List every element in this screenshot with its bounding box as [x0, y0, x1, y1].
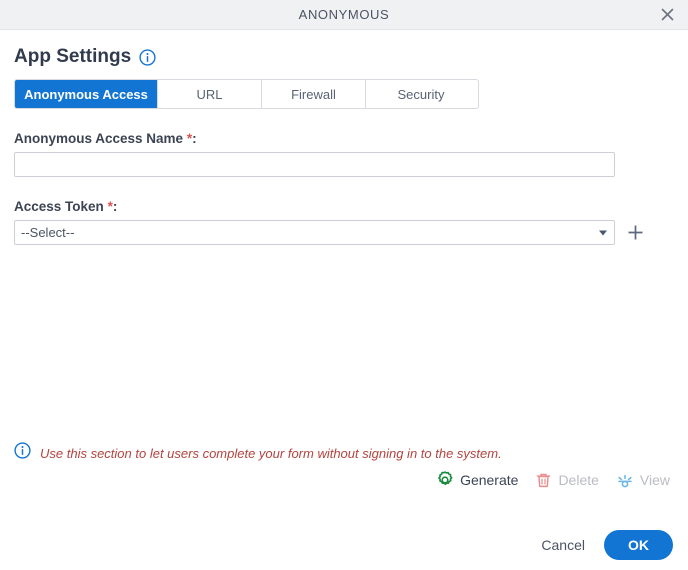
label-text: Anonymous Access Name — [14, 131, 184, 146]
close-icon[interactable] — [656, 4, 678, 26]
access-token-label: Access Token *: — [14, 199, 688, 214]
token-actions: Generate Delete View — [436, 471, 670, 489]
info-circle-glyph — [14, 442, 31, 459]
plus-icon[interactable] — [626, 224, 644, 242]
label-colon: : — [192, 131, 197, 146]
access-token-row: --Select-- — [14, 220, 688, 245]
chevron-down-icon — [599, 230, 607, 235]
preview-eye-glyph — [618, 474, 632, 488]
dialog-footer: Cancel OK — [539, 530, 673, 560]
dialog-title: ANONYMOUS — [298, 7, 390, 22]
access-token-selected-value: --Select-- — [21, 225, 75, 240]
anonymous-access-name-input[interactable] — [14, 152, 615, 177]
trash-icon — [535, 472, 552, 489]
anonymous-access-name-label: Anonymous Access Name *: — [14, 131, 688, 146]
section-hint: Use this section to let users complete y… — [14, 442, 502, 464]
gear-glyph — [438, 471, 453, 486]
access-token-select[interactable]: --Select-- — [14, 220, 615, 245]
tab-security[interactable]: Security — [366, 80, 476, 108]
access-token-field: Access Token *: --Select-- — [0, 199, 688, 245]
tab-label: URL — [196, 86, 223, 102]
tab-firewall[interactable]: Firewall — [262, 80, 366, 108]
generate-label: Generate — [460, 472, 519, 488]
page-title-row: App Settings — [0, 30, 688, 68]
dialog-titlebar: ANONYMOUS — [0, 0, 688, 30]
trash-glyph — [537, 473, 551, 487]
label-text: Access Token — [14, 199, 104, 214]
delete-label: Delete — [558, 472, 599, 488]
anonymous-access-name-field: Anonymous Access Name *: — [0, 131, 688, 177]
gear-icon — [436, 471, 454, 489]
generate-button[interactable]: Generate — [436, 471, 518, 489]
view-button[interactable]: View — [616, 471, 670, 489]
tab-url[interactable]: URL — [158, 80, 262, 108]
info-circle-icon — [14, 442, 31, 464]
view-label: View — [639, 472, 670, 488]
info-circle-icon[interactable] — [139, 48, 156, 66]
info-circle-glyph — [139, 48, 156, 66]
tab-label: Anonymous Access — [24, 86, 148, 102]
hint-text: Use this section to let users complete y… — [40, 445, 502, 461]
settings-tabs: Anonymous Access URL Firewall Security — [14, 79, 479, 109]
tab-anonymous-access[interactable]: Anonymous Access — [15, 80, 158, 108]
delete-button[interactable]: Delete — [535, 472, 599, 489]
tab-label: Firewall — [291, 86, 336, 102]
dialog-body: App Settings Anonymous Access URL Firewa… — [0, 30, 688, 570]
plus-glyph — [628, 225, 642, 240]
ok-button[interactable]: OK — [604, 530, 673, 560]
preview-eye-icon — [616, 471, 634, 489]
close-glyph — [661, 8, 673, 21]
cancel-button[interactable]: Cancel — [539, 533, 587, 557]
tab-label: Security — [397, 86, 445, 102]
page-title: App Settings — [14, 46, 132, 67]
label-colon: : — [112, 199, 118, 214]
